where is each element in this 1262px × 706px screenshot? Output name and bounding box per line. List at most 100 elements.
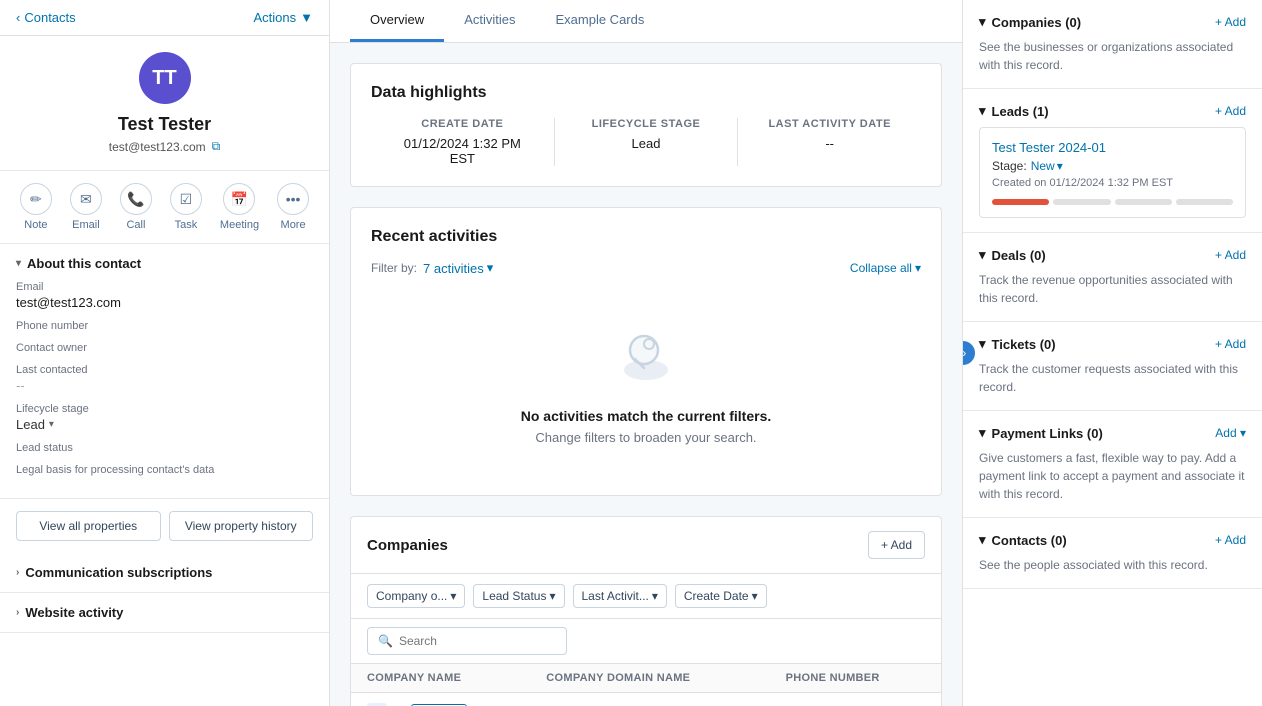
collapse-all-link[interactable]: Collapse all ▾ xyxy=(850,261,921,275)
right-deals-header: ▾ Deals (0) + Add xyxy=(979,247,1246,263)
create-date-value: 01/12/2024 1:32 PM EST xyxy=(391,136,534,166)
right-contacts-title[interactable]: ▾ Contacts (0) xyxy=(979,532,1067,548)
companies-card: Companies + Add Company o... ▾ Lead Stat… xyxy=(350,516,942,706)
progress-seg-1 xyxy=(992,199,1049,205)
right-contacts-section: ▾ Contacts (0) + Add See the people asso… xyxy=(963,518,1262,589)
more-action[interactable]: ••• More xyxy=(277,183,309,231)
right-companies-add-link[interactable]: + Add xyxy=(1215,15,1246,29)
right-leads-add-link[interactable]: + Add xyxy=(1215,104,1246,118)
domain-name-cell: test123.com ↗ xyxy=(530,693,769,706)
right-companies-header: ▾ Companies (0) + Add xyxy=(979,14,1246,30)
right-leads-header: ▾ Leads (1) + Add xyxy=(979,103,1246,119)
collapse-chevron-icon: ▾ xyxy=(915,261,921,275)
website-activity-header[interactable]: › Website activity xyxy=(0,593,329,632)
tabs-bar: Overview Activities Example Cards xyxy=(330,0,962,43)
right-payment-add-link[interactable]: Add ▾ xyxy=(1215,426,1246,440)
last-activity-filter[interactable]: Last Activit... ▾ xyxy=(573,584,667,608)
email-action[interactable]: ✉ Email xyxy=(70,183,102,231)
website-chevron-icon: › xyxy=(16,607,19,618)
search-box: 🔍 xyxy=(367,627,567,655)
right-tickets-desc: Track the customer requests associated w… xyxy=(979,360,1246,396)
lead-filter-chevron: ▾ xyxy=(549,589,555,603)
right-leads-chevron-icon: ▾ xyxy=(979,103,986,119)
contact-name: Test Tester xyxy=(118,114,211,135)
tab-example-cards[interactable]: Example Cards xyxy=(535,0,664,42)
companies-table: COMPANY NAME COMPANY DOMAIN NAME PHONE N… xyxy=(351,664,941,706)
right-companies-title[interactable]: ▾ Companies (0) xyxy=(979,14,1081,30)
tab-overview[interactable]: Overview xyxy=(350,0,444,42)
last-activity-highlight: LAST ACTIVITY DATE -- xyxy=(738,118,921,166)
right-companies-section: ▾ Companies (0) + Add See the businesses… xyxy=(963,0,1262,89)
comm-chevron-icon: › xyxy=(16,567,19,578)
view-property-history-button[interactable]: View property history xyxy=(169,511,314,541)
tab-activities[interactable]: Activities xyxy=(444,0,535,42)
lifecycle-stage-highlight: LIFECYCLE STAGE Lead xyxy=(555,118,739,166)
companies-add-button[interactable]: + Add xyxy=(868,531,925,559)
right-payment-header: ▾ Payment Links (0) Add ▾ xyxy=(979,425,1246,441)
website-activity-section: › Website activity xyxy=(0,593,329,633)
lead-progress-bar xyxy=(992,199,1233,205)
right-tickets-title[interactable]: ▾ Tickets (0) xyxy=(979,336,1056,352)
last-contacted-field-row: Last contacted -- xyxy=(16,364,313,393)
lead-created: Created on 01/12/2024 1:32 PM EST xyxy=(992,177,1233,189)
meeting-action[interactable]: 📅 Meeting xyxy=(220,183,259,231)
right-contacts-desc: See the people associated with this reco… xyxy=(979,556,1246,574)
progress-seg-2 xyxy=(1053,199,1110,205)
view-all-properties-button[interactable]: View all properties xyxy=(16,511,161,541)
lifecycle-dropdown-icon[interactable]: ▾ xyxy=(49,419,54,430)
activity-filter-chevron: ▾ xyxy=(652,589,658,603)
right-deals-add-link[interactable]: + Add xyxy=(1215,248,1246,262)
right-payment-title[interactable]: ▾ Payment Links (0) xyxy=(979,425,1103,441)
task-action[interactable]: ☑ Task xyxy=(170,183,202,231)
main-content: Data highlights CREATE DATE 01/12/2024 1… xyxy=(330,43,962,706)
email-value: test@test123.com xyxy=(16,295,313,310)
right-contacts-chevron-icon: ▾ xyxy=(979,532,986,548)
right-contacts-add-link[interactable]: + Add xyxy=(1215,533,1246,547)
about-chevron-icon: ▾ xyxy=(16,258,21,269)
last-contacted-value: -- xyxy=(16,378,313,393)
lifecycle-stage-value: Lead xyxy=(575,136,718,151)
avatar: TT xyxy=(139,52,191,104)
back-link[interactable]: ‹ Contacts xyxy=(16,10,76,25)
call-action[interactable]: 📞 Call xyxy=(120,183,152,231)
table-header-row: COMPANY NAME COMPANY DOMAIN NAME PHONE N… xyxy=(351,664,941,693)
lead-card: Test Tester 2024-01 Stage: New ▾ Created… xyxy=(979,127,1246,218)
note-action[interactable]: ✏ Note xyxy=(20,183,52,231)
about-section-header[interactable]: ▾ About this contact xyxy=(16,256,313,271)
right-deals-section: ▾ Deals (0) + Add Track the revenue oppo… xyxy=(963,233,1262,322)
stage-dropdown-icon: ▾ xyxy=(1057,159,1063,173)
communication-subscriptions-header[interactable]: › Communication subscriptions xyxy=(0,553,329,592)
create-date-filter[interactable]: Create Date ▾ xyxy=(675,584,767,608)
right-companies-chevron-icon: ▾ xyxy=(979,14,986,30)
right-companies-desc: See the businesses or organizations asso… xyxy=(979,38,1246,74)
date-filter-chevron: ▾ xyxy=(752,589,758,603)
right-tickets-header: ▾ Tickets (0) + Add xyxy=(979,336,1246,352)
owner-field-row: Contact owner xyxy=(16,342,313,354)
right-deals-title[interactable]: ▾ Deals (0) xyxy=(979,247,1046,263)
lead-status-filter[interactable]: Lead Status ▾ xyxy=(473,584,564,608)
about-section: ▾ About this contact Email test@test123.… xyxy=(0,244,329,499)
contact-email: test@test123.com xyxy=(109,140,206,154)
empty-activities: No activities match the current filters.… xyxy=(371,292,921,475)
right-leads-section: ▾ Leads (1) + Add Test Tester 2024-01 St… xyxy=(963,89,1262,233)
more-icon: ••• xyxy=(277,183,309,215)
right-leads-title[interactable]: ▾ Leads (1) xyxy=(979,103,1049,119)
lead-stage-value[interactable]: New ▾ xyxy=(1031,159,1063,173)
copy-email-icon[interactable]: ⧉ xyxy=(212,139,221,154)
company-name-filter[interactable]: Company o... ▾ xyxy=(367,584,465,608)
right-contacts-header: ▾ Contacts (0) + Add xyxy=(979,532,1246,548)
last-activity-value: -- xyxy=(758,136,901,151)
lead-status-field-row: Lead status xyxy=(16,442,313,454)
table-scroll: COMPANY NAME COMPANY DOMAIN NAME PHONE N… xyxy=(351,664,941,706)
lead-card-title[interactable]: Test Tester 2024-01 xyxy=(992,140,1233,155)
main-panel: Overview Activities Example Cards Data h… xyxy=(330,0,962,706)
data-highlights-card: Data highlights CREATE DATE 01/12/2024 1… xyxy=(350,63,942,187)
actions-menu[interactable]: Actions ▼ xyxy=(253,10,313,25)
filter-activities-link[interactable]: 7 activities ▾ xyxy=(423,260,493,276)
empty-activities-icon xyxy=(611,322,681,392)
right-panel: » ▾ Companies (0) + Add See the business… xyxy=(962,0,1262,706)
search-input[interactable] xyxy=(399,634,556,648)
communication-subscriptions-section: › Communication subscriptions xyxy=(0,553,329,593)
right-tickets-add-link[interactable]: + Add xyxy=(1215,337,1246,351)
lifecycle-value: Lead ▾ xyxy=(16,417,313,432)
